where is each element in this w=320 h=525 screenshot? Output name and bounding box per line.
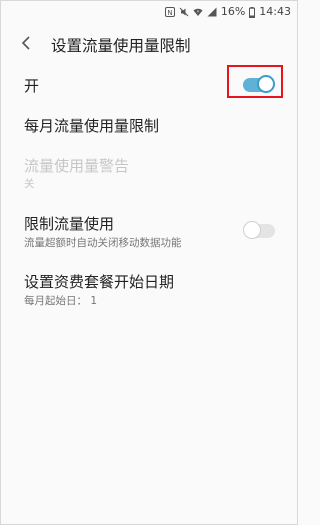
limit-usage-switch[interactable] xyxy=(243,221,275,239)
switch-knob xyxy=(243,221,261,239)
chevron-left-icon[interactable] xyxy=(19,33,35,53)
clock: 14:43 xyxy=(259,5,291,18)
limit-usage-label: 限制流量使用 xyxy=(24,215,115,233)
monthly-limit-row[interactable]: 每月流量使用量限制 xyxy=(1,107,297,143)
status-bar: N × 16% 14:43 xyxy=(1,1,297,23)
usage-warning-row[interactable]: 流量使用量警告 关 xyxy=(1,151,297,195)
signal-icon xyxy=(207,7,217,17)
usage-warning-status: 关 xyxy=(24,178,35,190)
usage-warning-label: 流量使用量警告 xyxy=(24,157,130,175)
wifi-icon: × xyxy=(193,8,203,16)
battery-icon xyxy=(249,6,256,18)
app-header: 设置流量使用量限制 xyxy=(1,27,297,63)
billing-start-label: 设置资费套餐开始日期 xyxy=(24,273,175,291)
master-toggle-label: 开 xyxy=(24,77,40,95)
page-title: 设置流量使用量限制 xyxy=(51,37,191,55)
billing-start-row[interactable]: 设置资费套餐开始日期 每月起始日： 1 xyxy=(1,267,297,313)
highlight-box xyxy=(227,65,283,98)
screen: N × 16% 14:43 设置流量使用量限制 开 每月流量使用量限制 流量使用… xyxy=(0,0,298,525)
mute-icon xyxy=(179,7,189,17)
limit-usage-row[interactable]: 限制流量使用 流量超额时自动关闭移动数据功能 xyxy=(1,209,297,255)
limit-usage-description: 流量超额时自动关闭移动数据功能 xyxy=(24,237,182,249)
svg-text:×: × xyxy=(196,10,199,14)
battery-percent: 16% xyxy=(220,5,246,18)
nfc-icon: N xyxy=(164,7,175,17)
svg-text:N: N xyxy=(167,9,172,17)
billing-start-value: 每月起始日： 1 xyxy=(24,295,98,307)
status-icons: N × 16% 14:43 xyxy=(164,5,291,18)
monthly-limit-label: 每月流量使用量限制 xyxy=(24,117,160,135)
